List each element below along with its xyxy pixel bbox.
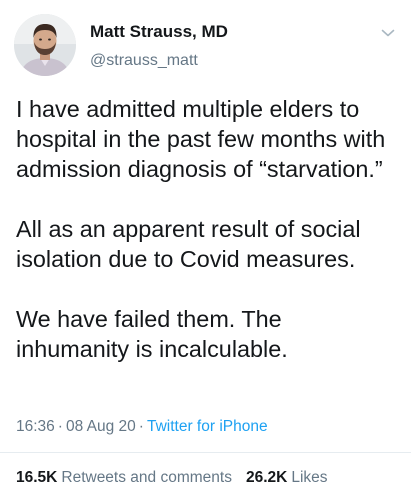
author-handle[interactable]: @strauss_matt bbox=[90, 52, 198, 70]
divider bbox=[0, 452, 411, 453]
tweet-stats: 16.5K Retweets and comments 26.2K Likes bbox=[16, 469, 328, 487]
retweets-stat[interactable]: 16.5K Retweets and comments bbox=[16, 469, 232, 486]
likes-stat[interactable]: 26.2K Likes bbox=[246, 469, 328, 486]
tweet-paragraph: We have failed them. The inhumanity is i… bbox=[16, 306, 288, 362]
likes-label: Likes bbox=[291, 469, 328, 486]
profile-photo-icon bbox=[14, 14, 76, 76]
tweet-card: Matt Strauss, MD @strauss_matt I have ad… bbox=[0, 0, 411, 500]
meta-separator: · bbox=[57, 418, 63, 435]
author-name[interactable]: Matt Strauss, MD bbox=[90, 22, 228, 42]
tweet-paragraph: All as an apparent result of social isol… bbox=[16, 216, 361, 272]
chevron-down-icon[interactable] bbox=[379, 24, 397, 42]
tweet-meta: 16:36 · 08 Aug 20 · Twitter for iPhone bbox=[16, 418, 268, 436]
retweets-label: Retweets and comments bbox=[61, 469, 232, 486]
tweet-date[interactable]: 08 Aug 20 bbox=[66, 418, 136, 435]
tweet-source-link[interactable]: Twitter for iPhone bbox=[147, 418, 268, 435]
likes-count: 26.2K bbox=[245, 469, 288, 486]
avatar[interactable] bbox=[14, 14, 76, 76]
tweet-paragraph: I have admitted multiple elders to hospi… bbox=[16, 96, 386, 182]
tweet-text: I have admitted multiple elders to hospi… bbox=[16, 94, 401, 364]
retweets-count: 16.5K bbox=[16, 469, 58, 486]
tweet-time[interactable]: 16:36 bbox=[16, 418, 55, 435]
meta-separator: · bbox=[138, 418, 144, 435]
